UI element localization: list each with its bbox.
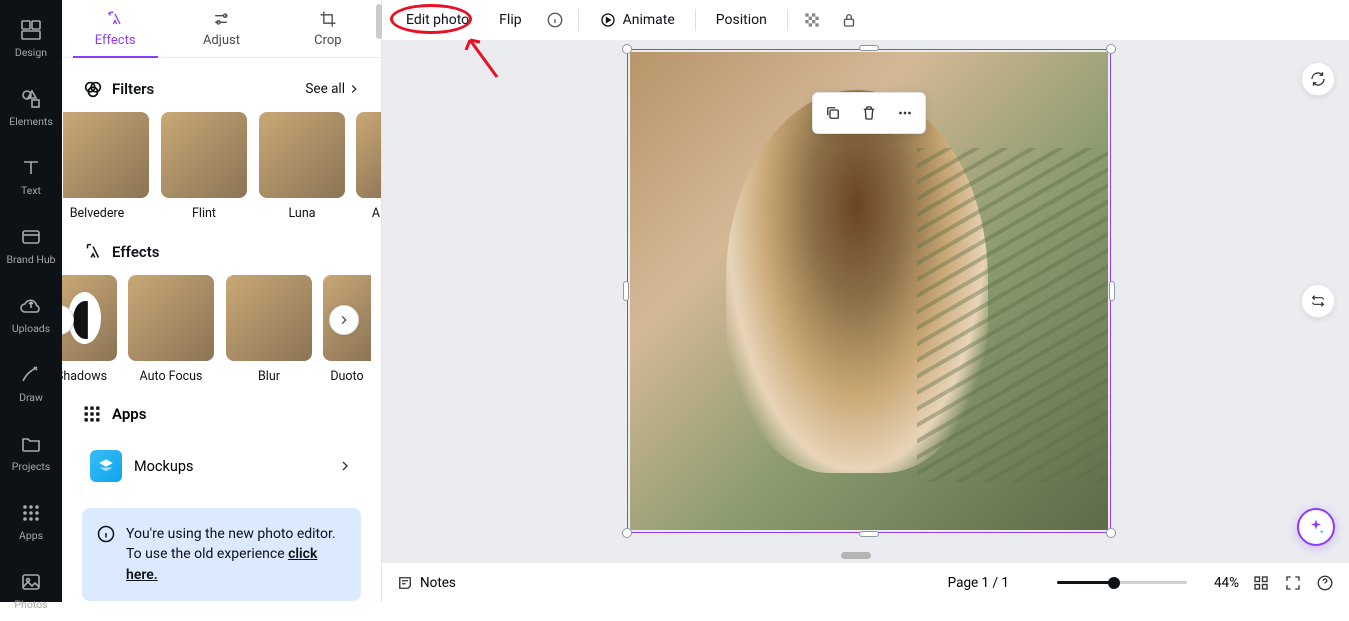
resize-handle-r[interactable]	[1109, 281, 1115, 301]
resize-handle-br[interactable]	[1106, 528, 1116, 538]
animate-button[interactable]: Animate	[589, 5, 685, 35]
rail-projects[interactable]: Projects	[0, 422, 62, 483]
rail-brand-hub[interactable]: Brand Hub	[0, 215, 62, 276]
effect-blur[interactable]: Blur	[225, 275, 313, 384]
separator	[695, 9, 696, 31]
zoom-value[interactable]: 44%	[1199, 575, 1239, 591]
filters-see-all[interactable]: See all	[305, 81, 361, 97]
rail-apps[interactable]: Apps	[0, 491, 62, 552]
duplicate-icon	[824, 104, 842, 122]
edit-photo-button[interactable]: Edit photo	[396, 6, 479, 34]
tab-crop[interactable]: Crop	[275, 0, 381, 57]
sparkle-icon	[1306, 517, 1326, 537]
filter-flint[interactable]: Flint	[160, 112, 248, 221]
tab-effects[interactable]: Effects	[62, 0, 168, 57]
filters-icon	[82, 78, 104, 100]
sync-icon	[1310, 293, 1326, 309]
resize-handle-t[interactable]	[859, 45, 879, 51]
trash-icon	[860, 104, 878, 122]
resize-handle-b[interactable]	[859, 531, 879, 537]
filters-row: Belvedere Flint Luna A	[62, 112, 381, 221]
top-toolbar: Edit photo Flip Animate Position	[382, 0, 1349, 40]
info-button[interactable]	[542, 7, 568, 33]
effects-title: Effects	[82, 241, 159, 263]
canvas-page	[630, 52, 1108, 530]
more-icon	[896, 104, 914, 122]
resize-handle-tl[interactable]	[622, 44, 632, 54]
expand-icon	[1284, 574, 1302, 592]
fx-icon	[82, 241, 104, 263]
zoom-knob[interactable]	[1108, 577, 1120, 589]
rail-design[interactable]: Design	[0, 8, 62, 69]
page-indicator[interactable]: Page 1 / 1	[948, 575, 1009, 591]
lock-icon	[840, 11, 858, 29]
info-icon	[546, 11, 564, 29]
duplicate-button[interactable]	[819, 99, 847, 127]
info-icon	[96, 524, 116, 544]
scroll-thumb[interactable]	[841, 552, 871, 559]
element-toolbar	[812, 92, 926, 134]
position-button[interactable]: Position	[706, 6, 777, 34]
separator	[787, 9, 788, 31]
effects-row: Shadows Auto Focus Blur Duoto	[62, 275, 381, 384]
effects-next[interactable]	[329, 305, 359, 335]
next-page-button[interactable]	[1301, 284, 1335, 318]
chevron-right-icon	[337, 458, 353, 474]
chevron-left-icon	[62, 313, 66, 327]
animate-icon	[599, 11, 617, 29]
notes-button[interactable]: Notes	[396, 574, 456, 592]
filter-belvedere[interactable]: Belvedere	[62, 112, 150, 221]
apps-title: Apps	[62, 384, 381, 436]
new-editor-notice: You're using the new photo editor. To us…	[82, 508, 361, 601]
magic-button[interactable]	[1297, 508, 1335, 546]
apps-icon	[82, 404, 102, 424]
canvas[interactable]	[382, 40, 1349, 562]
mockups-icon	[90, 450, 122, 482]
delete-button[interactable]	[855, 99, 883, 127]
rail-draw[interactable]: Draw	[0, 353, 62, 414]
chevron-right-icon	[347, 82, 361, 96]
help-icon	[1316, 574, 1334, 592]
regenerate-button[interactable]	[1301, 62, 1335, 96]
help-button[interactable]	[1315, 573, 1335, 593]
chevron-right-icon	[337, 313, 351, 327]
filters-title: Filters	[82, 78, 154, 100]
app-mockups[interactable]: Mockups	[82, 440, 361, 492]
filter-4[interactable]: A	[356, 112, 381, 221]
effect-autofocus[interactable]: Auto Focus	[127, 275, 215, 384]
rail-elements[interactable]: Elements	[0, 77, 62, 138]
fullscreen-button[interactable]	[1283, 573, 1303, 593]
left-navigation-rail: Design Elements Text Brand Hub Uploads D…	[0, 0, 62, 602]
transparency-button[interactable]	[798, 6, 826, 34]
grid-icon	[1252, 574, 1270, 592]
rail-photos[interactable]: Photos	[0, 560, 62, 621]
bottom-bar: Notes Page 1 / 1 44%	[382, 562, 1349, 602]
rail-text[interactable]: Text	[0, 146, 62, 207]
refresh-icon	[1309, 70, 1327, 88]
filter-luna[interactable]: Luna	[258, 112, 346, 221]
more-button[interactable]	[891, 99, 919, 127]
resize-handle-l[interactable]	[623, 281, 629, 301]
resize-handle-bl[interactable]	[622, 528, 632, 538]
rail-uploads[interactable]: Uploads	[0, 284, 62, 345]
grid-view-button[interactable]	[1251, 573, 1271, 593]
resize-handle-tr[interactable]	[1106, 44, 1116, 54]
lock-button[interactable]	[836, 7, 862, 33]
tab-adjust[interactable]: Adjust	[168, 0, 274, 57]
panel-scroll[interactable]: Filters See all Belvedere Flint Luna A E…	[62, 58, 381, 602]
separator	[578, 9, 579, 31]
canvas-h-scrollbar[interactable]	[382, 552, 1339, 562]
transparency-icon	[802, 10, 822, 30]
notes-icon	[396, 574, 414, 592]
zoom-slider[interactable]	[1057, 581, 1187, 584]
flip-button[interactable]: Flip	[489, 6, 531, 34]
edit-tabs: Effects Adjust Crop	[62, 0, 381, 58]
side-panel: Effects Adjust Crop Filters See all Belv…	[62, 0, 382, 602]
